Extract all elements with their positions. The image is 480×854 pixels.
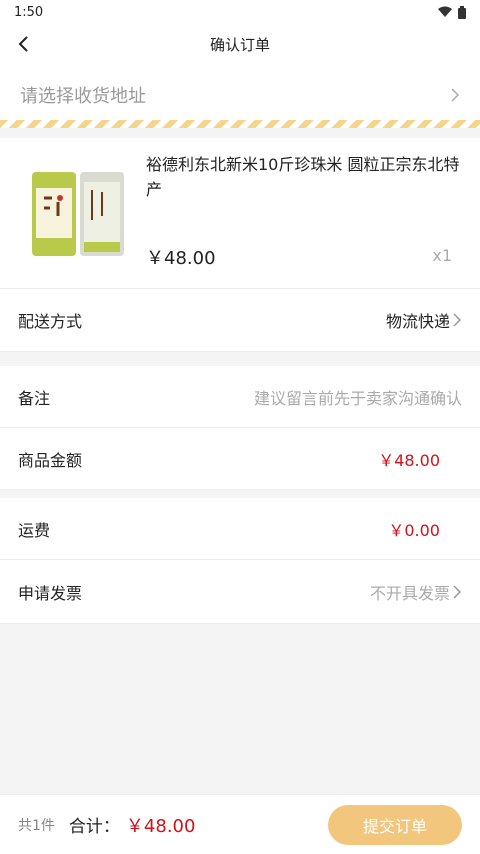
product-image[interactable]: [30, 168, 126, 262]
total-amount: ￥48.00: [125, 815, 196, 837]
spacer: [0, 128, 480, 138]
page-header: 确认订单: [0, 24, 480, 64]
wifi-icon: [438, 6, 452, 17]
address-placeholder: 请选择收货地址: [20, 86, 146, 107]
total-label: 合计：: [68, 817, 120, 837]
spacer: [0, 352, 480, 366]
address-selector[interactable]: 请选择收货地址: [0, 70, 480, 120]
delivery-label: 配送方式: [18, 312, 83, 331]
spacer: [0, 490, 480, 498]
invoice-label: 申请发票: [18, 583, 83, 603]
chevron-right-icon: [453, 313, 462, 327]
back-arrow-icon[interactable]: [12, 32, 36, 56]
shipping-value: ￥0.00: [388, 520, 440, 540]
invoice-row[interactable]: 申请发票 不开具发票: [0, 560, 480, 624]
product-price: ￥48.00: [146, 248, 216, 269]
goods-amount-value: ￥48.00: [378, 450, 440, 470]
shipping-label: 运费: [18, 520, 51, 540]
chevron-right-icon: [453, 584, 462, 599]
goods-amount-row: 商品金额 ￥48.00: [0, 428, 480, 490]
submit-order-button[interactable]: 提交订单: [328, 804, 462, 845]
item-count: 共1件: [18, 817, 55, 834]
product-name: 裕德利东北新米10斤珍珠米 圆粒正宗东北特产: [146, 155, 460, 199]
delivery-value: 物流快递: [386, 308, 462, 332]
checkout-bar: 共1件 合计： ￥48.00 提交订单: [0, 794, 480, 854]
delivery-row[interactable]: 配送方式 物流快递: [0, 288, 480, 352]
note-input[interactable]: 建议留言前先于卖家沟通确认: [254, 385, 462, 409]
invoice-option: 不开具发票: [369, 583, 450, 603]
address-stripe: [0, 120, 480, 128]
product-card[interactable]: 裕德利东北新米10斤珍珠米 圆粒正宗东北特产 ￥48.00 x1: [0, 138, 480, 288]
note-label: 备注: [18, 388, 51, 408]
status-time: 1:50: [14, 4, 44, 20]
note-row[interactable]: 备注 建议留言前先于卖家沟通确认: [0, 366, 480, 428]
product-quantity: x1: [432, 246, 452, 265]
delivery-method: 物流快递: [385, 312, 450, 331]
invoice-value: 不开具发票: [370, 580, 462, 604]
status-icons: [438, 5, 466, 19]
page-title: 确认订单: [209, 35, 270, 54]
status-bar: 1:50: [0, 0, 480, 24]
shipping-row: 运费 ￥0.00: [0, 498, 480, 560]
goods-amount-label: 商品金额: [18, 450, 83, 470]
battery-icon: [458, 5, 466, 19]
chevron-right-icon: [451, 88, 460, 102]
